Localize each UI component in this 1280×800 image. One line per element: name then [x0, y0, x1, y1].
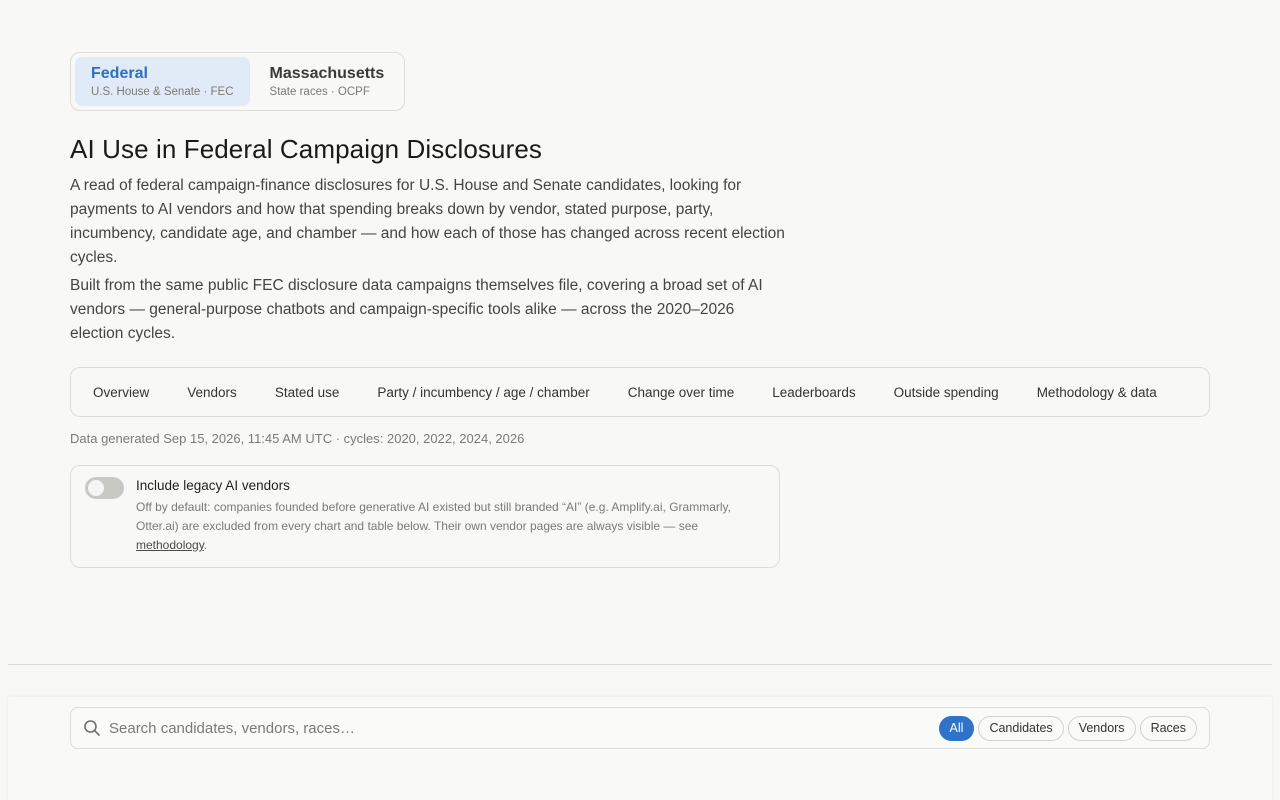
page-title: AI Use in Federal Campaign Disclosures	[70, 134, 542, 164]
search-input[interactable]	[109, 719, 939, 737]
jurisdiction-federal[interactable]: Federal U.S. House & Senate · FEC	[75, 57, 250, 106]
tab-methodology-data[interactable]: Methodology & data	[1018, 385, 1176, 400]
search-filters: All Candidates Vendors Races	[938, 715, 1197, 741]
toggle-knob	[88, 480, 104, 496]
intro-paragraph-1: A read of federal campaign-finance discl…	[70, 177, 785, 266]
global-search: All Candidates Vendors Races	[70, 707, 1210, 749]
tab-vendors[interactable]: Vendors	[168, 385, 256, 400]
jurisdiction-switcher: Federal U.S. House & Senate · FEC Massac…	[70, 52, 406, 111]
jurisdiction-subtitle: U.S. House & Senate · FEC	[91, 86, 234, 98]
tab-stated-use[interactable]: Stated use	[256, 385, 359, 400]
jurisdiction-subtitle: State races · OCPF	[269, 86, 370, 98]
tab-outside-spending[interactable]: Outside spending	[875, 385, 1018, 400]
legacy-vendors-toggle[interactable]	[85, 477, 124, 499]
filter-candidates[interactable]: Candidates	[978, 715, 1064, 741]
tab-leaderboards[interactable]: Leaderboards	[753, 385, 874, 400]
section-divider	[8, 664, 1272, 665]
section-tabs: Overview Vendors Stated use Party / incu…	[70, 367, 1210, 417]
tab-party-incumbency-age-chamber[interactable]: Party / incumbency / age / chamber	[358, 385, 608, 400]
description-end: .	[203, 538, 208, 552]
filter-all[interactable]: All	[938, 715, 975, 741]
filter-vendors[interactable]: Vendors	[1067, 715, 1136, 741]
intro-paragraph-2: Built from the same public FEC disclosur…	[70, 277, 763, 342]
legacy-vendors-description: Off by default: companies founded before…	[136, 498, 765, 555]
search-icon	[83, 719, 101, 737]
legacy-vendors-card: Include legacy AI vendors Off by default…	[70, 465, 780, 568]
jurisdiction-massachusetts[interactable]: Massachusetts State races · OCPF	[254, 57, 401, 106]
data-generated-meta: Data generated Sep 15, 2026, 11:45 AM UT…	[70, 431, 525, 446]
filter-races[interactable]: Races	[1139, 715, 1197, 741]
jurisdiction-title: Federal	[91, 65, 148, 82]
tab-change-over-time[interactable]: Change over time	[609, 385, 754, 400]
legacy-vendors-label: Include legacy AI vendors	[136, 478, 290, 493]
methodology-link[interactable]: methodology	[136, 538, 204, 552]
jurisdiction-title: Massachusetts	[269, 65, 385, 82]
tab-overview[interactable]: Overview	[74, 385, 168, 400]
main-content: Federal U.S. House & Senate · FEC Massac…	[70, 52, 1210, 568]
description-text: Off by default: companies founded before…	[136, 500, 731, 533]
